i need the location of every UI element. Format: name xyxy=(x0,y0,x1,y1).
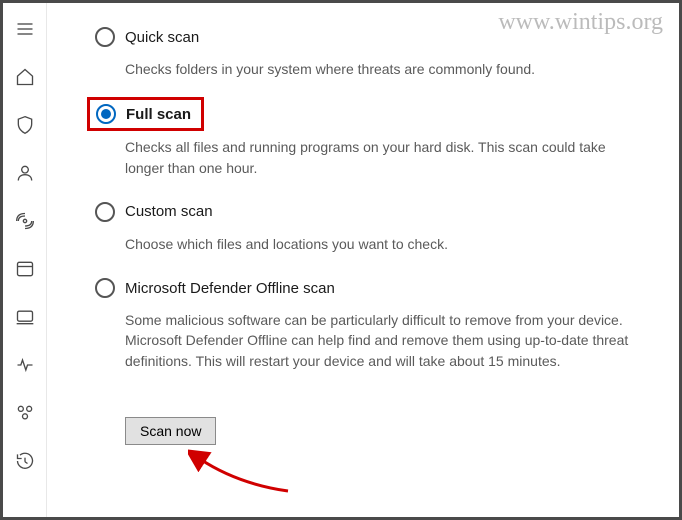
scan-now-button[interactable]: Scan now xyxy=(125,417,216,445)
scan-options-panel: Quick scan Checks folders in your system… xyxy=(47,3,679,517)
scan-option-full: Full scan Checks all files and running p… xyxy=(87,97,639,178)
device-icon[interactable] xyxy=(15,307,35,327)
family-icon[interactable] xyxy=(15,403,35,423)
scan-option-quick: Quick scan Checks folders in your system… xyxy=(87,21,639,79)
radio-label: Full scan xyxy=(126,106,191,123)
scan-description: Some malicious software can be particula… xyxy=(125,310,639,371)
sidebar-nav xyxy=(3,3,47,517)
performance-icon[interactable] xyxy=(15,355,35,375)
radio-quick-scan[interactable]: Quick scan xyxy=(87,21,639,53)
history-icon[interactable] xyxy=(15,451,35,471)
radio-button-icon xyxy=(95,27,115,47)
menu-icon[interactable] xyxy=(15,19,35,39)
scan-description: Checks all files and running programs on… xyxy=(125,137,639,178)
radio-button-icon xyxy=(95,202,115,222)
shield-icon[interactable] xyxy=(15,115,35,135)
scan-option-custom: Custom scan Choose which files and locat… xyxy=(87,196,639,254)
scan-option-offline: Microsoft Defender Offline scan Some mal… xyxy=(87,272,639,371)
app-browser-icon[interactable] xyxy=(15,259,35,279)
firewall-icon[interactable] xyxy=(15,211,35,231)
radio-full-scan[interactable]: Full scan xyxy=(87,97,204,131)
scan-description: Choose which files and locations you wan… xyxy=(125,234,639,254)
radio-custom-scan[interactable]: Custom scan xyxy=(87,196,639,228)
radio-button-icon xyxy=(95,278,115,298)
radio-label: Microsoft Defender Offline scan xyxy=(125,280,335,297)
account-icon[interactable] xyxy=(15,163,35,183)
radio-offline-scan[interactable]: Microsoft Defender Offline scan xyxy=(87,272,639,304)
scan-description: Checks folders in your system where thre… xyxy=(125,59,639,79)
radio-selected-dot xyxy=(101,109,111,119)
home-icon[interactable] xyxy=(15,67,35,87)
radio-label: Quick scan xyxy=(125,29,199,46)
radio-button-icon xyxy=(96,104,116,124)
radio-label: Custom scan xyxy=(125,203,213,220)
